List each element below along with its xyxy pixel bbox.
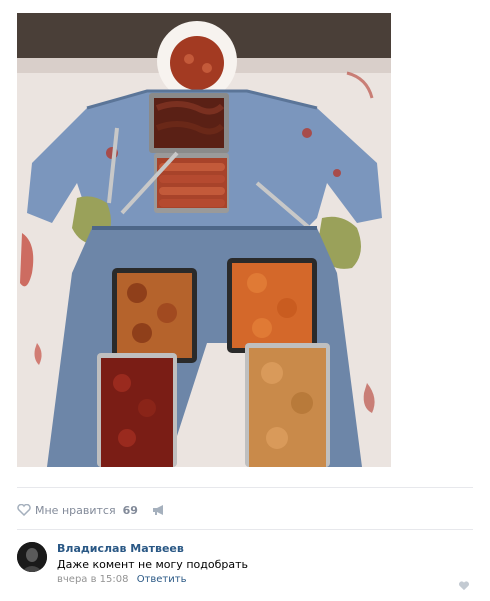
heart-icon [17,501,31,520]
like-label: Мне нравится [35,503,116,517]
like-count: 69 [122,503,138,517]
post-photo[interactable] [17,13,391,467]
reply-link[interactable]: Ответить [137,574,187,585]
like-button[interactable]: Мне нравится 69 [17,501,138,520]
comment-time[interactable]: вчера в 15:08 [57,574,129,585]
share-button[interactable] [152,501,166,520]
post-divider-bottom [17,529,473,530]
heart-icon [458,576,470,595]
post-actions: Мне нравится 69 [17,500,166,520]
comment: Владислав Матвеев Даже комент не могу по… [17,540,473,591]
comment-meta: вчера в 15:08 Ответить [57,574,186,585]
avatar[interactable] [17,542,47,572]
comment-text: Даже комент не могу подобрать [57,558,248,571]
comment-author[interactable]: Владислав Матвеев [57,542,184,555]
photo-image [17,13,391,467]
comment-like-button[interactable] [458,576,470,595]
megaphone-icon [152,501,166,520]
post-divider-top [17,487,473,488]
